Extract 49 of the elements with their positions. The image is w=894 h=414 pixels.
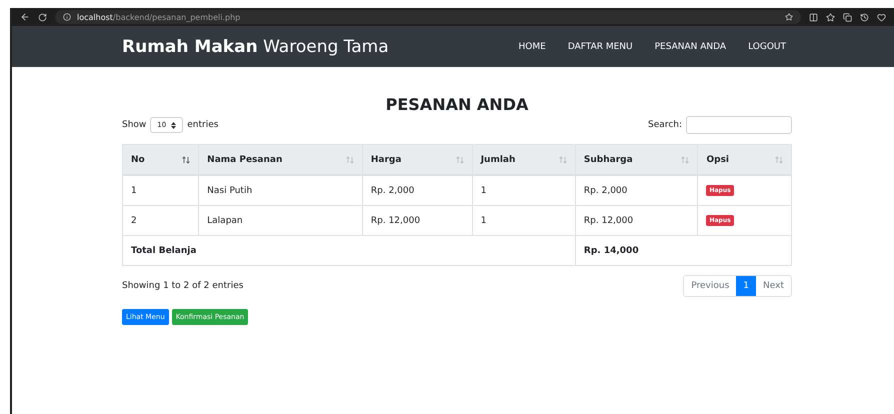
collections-icon[interactable] xyxy=(843,12,852,22)
sort-icon xyxy=(182,156,190,164)
column-header[interactable]: Subharga xyxy=(575,144,698,175)
total-label: Total Belanja xyxy=(122,236,576,266)
back-icon[interactable] xyxy=(20,12,30,22)
brand-link[interactable]: Rumah Makan Waroeng Tama xyxy=(122,36,389,56)
page-button[interactable]: Previous xyxy=(684,276,736,296)
star-icon[interactable] xyxy=(785,13,793,21)
table-cell: 1 xyxy=(122,175,199,206)
column-header[interactable]: No xyxy=(122,144,199,175)
table-cell: Rp. 12,000 xyxy=(575,206,698,236)
column-header[interactable]: Nama Pesanan xyxy=(198,144,362,175)
table-cell: Nasi Putih xyxy=(198,175,362,206)
table-cell: Rp. 2,000 xyxy=(362,175,472,206)
total-value: Rp. 14,000 xyxy=(575,236,792,266)
nav-link[interactable]: PESANAN ANDA xyxy=(654,42,726,52)
sort-icon xyxy=(346,156,354,164)
sort-icon xyxy=(558,156,567,164)
entries-label: entries xyxy=(187,120,218,130)
table-cell: Rp. 12,000 xyxy=(362,206,472,236)
nav-link[interactable]: HOME xyxy=(518,42,546,52)
favorites-icon[interactable] xyxy=(826,12,835,22)
heart-icon[interactable] xyxy=(877,12,886,22)
table-cell: 1 xyxy=(472,175,576,206)
table-cell: Lalapan xyxy=(198,206,362,236)
search-field[interactable] xyxy=(686,116,792,134)
sort-icon xyxy=(775,156,783,164)
history-icon[interactable] xyxy=(860,12,869,22)
table-cell: Rp. 2,000 xyxy=(575,175,698,206)
address-bar[interactable]: localhost/backend/pesanan_pembeli.php xyxy=(55,10,801,24)
column-header[interactable]: Harga xyxy=(362,144,472,175)
info-icon[interactable] xyxy=(63,13,71,21)
url-text: localhost/backend/pesanan_pembeli.php xyxy=(77,12,240,22)
search-label: Search: xyxy=(648,120,682,130)
nav-link[interactable]: LOGOUT xyxy=(748,42,786,52)
table-cell: 2 xyxy=(122,206,199,236)
table-info: Showing 1 to 2 of 2 entries xyxy=(122,281,244,291)
reload-icon[interactable] xyxy=(38,12,47,22)
column-header[interactable]: Jumlah xyxy=(472,144,576,175)
split-screen-icon[interactable] xyxy=(809,12,818,22)
column-header[interactable]: Opsi xyxy=(698,144,792,175)
sort-icon xyxy=(681,156,690,164)
table-cell: 1 xyxy=(472,206,576,236)
show-label: Show xyxy=(122,120,146,130)
page-title: PESANAN ANDA xyxy=(384,95,530,114)
sort-icon xyxy=(456,156,464,164)
nav-link[interactable]: DAFTAR MENU xyxy=(568,42,633,52)
page-button[interactable]: 1 xyxy=(736,276,756,296)
caret-icon xyxy=(171,122,176,128)
